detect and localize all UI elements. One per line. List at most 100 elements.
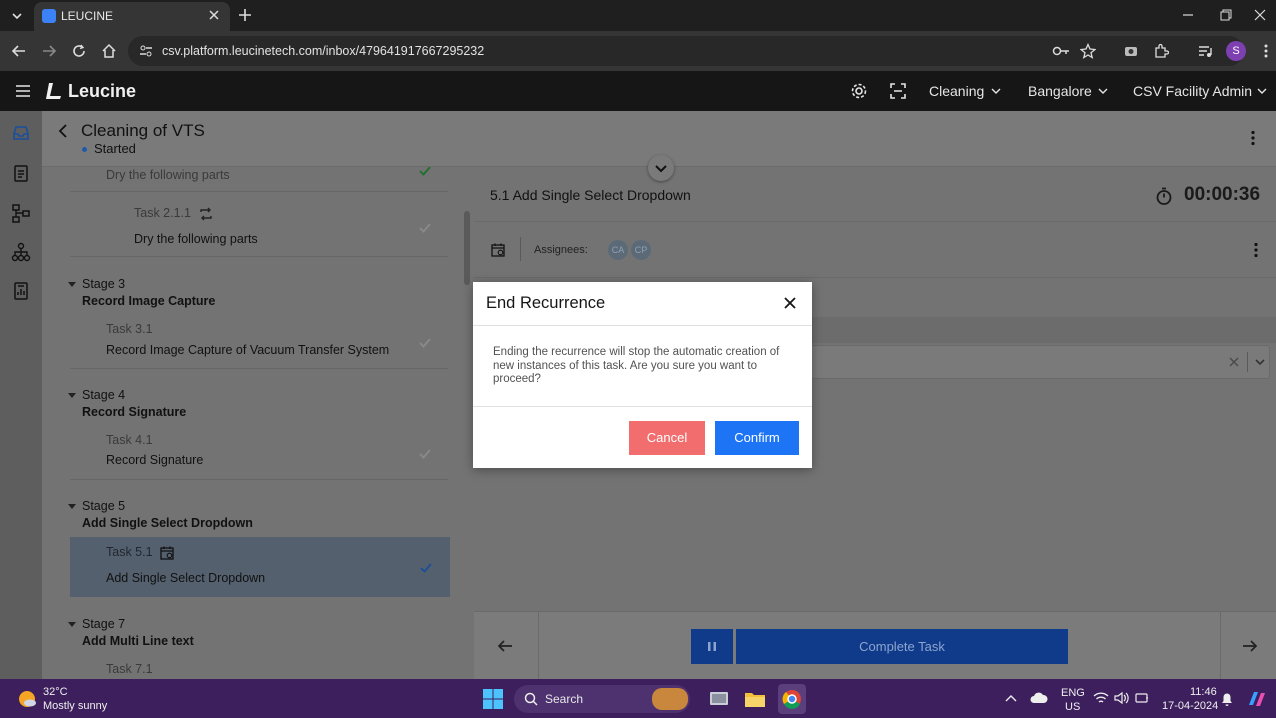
new-tab-icon[interactable] [237,7,253,23]
user-role-chevron-icon[interactable] [1256,86,1268,96]
close-dialog-icon[interactable] [783,296,797,310]
chrome-taskbar-button[interactable] [778,684,806,714]
inbox-icon[interactable] [11,123,31,143]
browser-tab[interactable]: LEUCINE [34,2,230,31]
divider [70,368,448,369]
close-tab-icon[interactable] [206,7,222,23]
profile-avatar[interactable]: S [1226,41,1246,61]
minimize-icon[interactable] [1180,7,1196,23]
stage-collapse-icon[interactable] [68,393,76,398]
task-timer: 00:00:36 [1184,184,1261,205]
scan-qr-icon[interactable] [889,82,907,100]
task-title: 5.1 Add Single Select Dropdown [490,187,691,203]
media-control-icon[interactable] [1197,43,1213,59]
job-more-options-icon[interactable] [1245,130,1261,146]
password-key-icon[interactable] [1052,43,1070,59]
assignee-avatar[interactable]: CP [631,240,651,260]
confirm-button[interactable]: Confirm [715,421,799,455]
restore-icon[interactable] [1218,7,1234,23]
app-header: Leucine Cleaning Bangalore CSV Facility … [0,71,1276,111]
schedule-calendar-icon[interactable] [490,242,506,258]
taskbar-search[interactable]: Search [514,685,690,713]
task-view-icon[interactable] [709,690,729,708]
language-indicator[interactable]: ENG [1061,687,1085,699]
camera-extension-icon[interactable] [1123,43,1139,59]
previous-task-arrow-icon[interactable] [496,638,514,654]
weather-sun-icon[interactable] [16,688,38,710]
tab-title: LEUCINE [61,9,114,23]
clear-selection-icon[interactable] [1227,355,1241,369]
use-case-chevron-icon[interactable] [990,86,1002,96]
weather-temperature[interactable]: 32°C [43,686,68,698]
divider [473,325,812,326]
stage-collapse-icon[interactable] [68,622,76,627]
site-info-icon[interactable] [138,43,154,59]
forward-icon[interactable] [41,43,57,59]
hamburger-menu-icon[interactable] [14,83,32,99]
stage-collapse-icon[interactable] [68,504,76,509]
status-dot-icon [82,147,87,152]
notifications-bell-icon[interactable] [1220,691,1234,707]
assignee-avatar[interactable]: CA [608,240,628,260]
browser-menu-icon[interactable] [1258,43,1274,59]
back-icon[interactable] [11,43,27,59]
task-list-scrollbar[interactable] [464,211,470,285]
user-role-selector[interactable]: CSV Facility Admin [1133,83,1252,99]
reports-icon[interactable] [11,281,31,301]
copilot-icon[interactable] [1246,688,1268,710]
task-name: Add Single Select Dropdown [106,571,266,585]
divider [1247,352,1248,372]
process-flow-icon[interactable] [11,203,31,223]
task-action-bar: Complete Task [474,611,1276,680]
task-label: Task 4.1 [106,433,153,447]
task-more-options-icon[interactable] [1248,242,1264,258]
show-hidden-icons-icon[interactable] [1004,692,1018,704]
task-list-item[interactable]: Task 2.1.1 Dry the following parts [70,192,448,256]
task-name: Dry the following parts [106,168,230,182]
task-name: Record Image Capture of Vacuum Transfer … [106,343,390,357]
task-label: Task 3.1 [106,322,153,336]
cancel-button[interactable]: Cancel [629,421,705,455]
recurrence-icon [198,206,214,222]
hierarchy-icon[interactable] [11,242,31,262]
task-list-item[interactable]: Task 4.1 Record Signature [70,425,448,479]
facility-selector[interactable]: Bangalore [1028,83,1092,99]
tab-search-icon[interactable] [9,8,25,24]
browser-toolbar: csv.platform.leucinetech.com/inbox/47964… [0,31,1276,71]
task-list-item[interactable]: Task 3.1 Record Image Capture of Vacuum … [70,314,448,368]
next-task-arrow-icon[interactable] [1241,638,1259,654]
battery-icon[interactable] [1134,691,1150,705]
task-label: Task 5.1 [106,545,153,559]
stage-collapse-icon[interactable] [68,282,76,287]
clock-time[interactable]: 11:46 [1190,686,1217,698]
wifi-icon[interactable] [1093,691,1109,705]
dropdown-chevron-icon[interactable] [1253,355,1267,369]
task-list-item-selected[interactable]: Task 5.1 Add Single Select Dropdown [70,537,450,597]
search-placeholder: Search [545,692,584,706]
extensions-icon[interactable] [1153,43,1169,59]
complete-task-button[interactable]: Complete Task [736,629,1068,664]
reload-icon[interactable] [71,43,87,59]
windows-start-icon[interactable] [483,689,503,709]
settings-gear-icon[interactable] [850,82,868,100]
search-highlight-icon [652,688,688,710]
pause-button[interactable] [691,629,733,664]
collapse-toggle-icon[interactable] [648,155,674,181]
facility-chevron-icon[interactable] [1097,86,1109,96]
clock-date[interactable]: 17-04-2024 [1162,700,1218,712]
divider [1220,612,1221,680]
back-arrow-icon[interactable] [56,123,72,139]
home-icon[interactable] [101,43,117,59]
address-bar[interactable]: csv.platform.leucinetech.com/inbox/47964… [128,36,1244,66]
completed-check-icon [418,221,432,235]
file-explorer-icon[interactable] [744,689,766,709]
stage-name: Add Multi Line text [82,634,194,648]
bookmark-star-icon[interactable] [1080,43,1096,59]
close-window-icon[interactable] [1252,7,1268,23]
weather-description[interactable]: Mostly sunny [43,700,107,712]
checklist-icon[interactable] [11,163,31,183]
language-region[interactable]: US [1065,701,1080,713]
volume-icon[interactable] [1113,691,1129,705]
onedrive-cloud-icon[interactable] [1030,691,1048,705]
use-case-selector[interactable]: Cleaning [929,83,984,99]
